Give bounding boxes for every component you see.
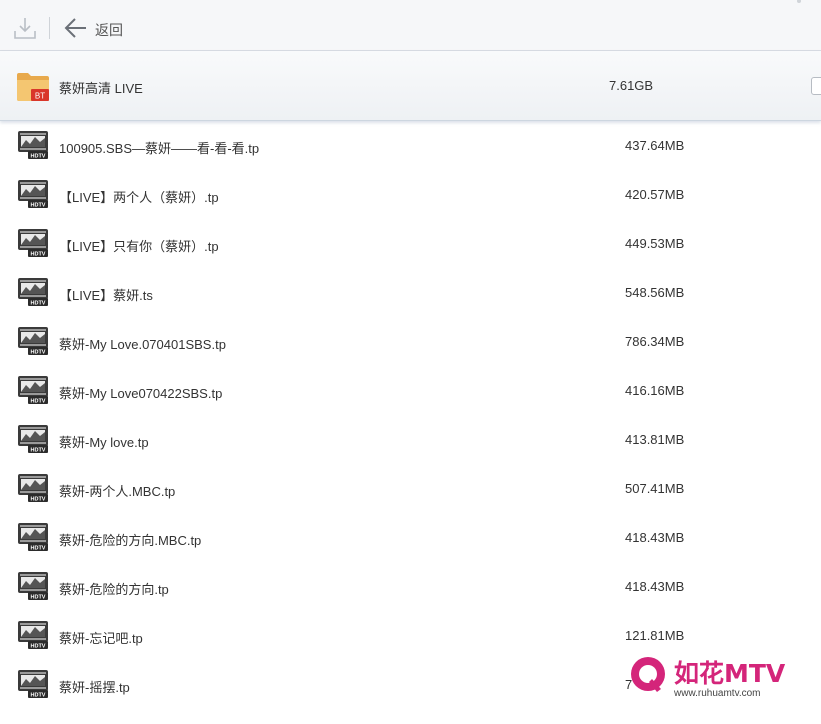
file-name: 蔡妍-My love.tp	[59, 435, 149, 450]
file-name: 蔡妍-忘记吧.tp	[59, 631, 143, 646]
hdtv-label: HDTV	[31, 349, 46, 355]
file-size: 418.43MB	[625, 579, 685, 594]
hdtv-video-icon: HDTV	[18, 572, 48, 600]
hdtv-video-icon: HDTV	[18, 278, 48, 306]
hdtv-label: HDTV	[31, 447, 46, 453]
file-row[interactable]: HDTV 蔡妍-危险的方向.tp 418.43MB	[0, 562, 821, 611]
hdtv-label: HDTV	[31, 545, 46, 551]
hdtv-label: HDTV	[31, 202, 46, 208]
download-icon[interactable]	[12, 15, 38, 41]
folder-size: 7.61GB	[609, 78, 654, 93]
folder-name: 蔡妍高清 LIVE	[59, 81, 143, 96]
window-corner-decoration	[797, 0, 801, 3]
file-size: 449.53MB	[625, 236, 685, 251]
file-name: 蔡妍-My Love.070401SBS.tp	[59, 337, 226, 352]
bt-badge-label: BT	[35, 92, 45, 101]
parent-folder-row[interactable]: BT 蔡妍高清 LIVE 7.61GB	[0, 51, 821, 121]
file-size: 786.34MB	[625, 334, 685, 349]
file-row[interactable]: HDTV 【LIVE】只有你（蔡妍）.tp 449.53MB	[0, 219, 821, 268]
bt-folder-icon: BT	[17, 73, 49, 101]
file-name: 蔡妍-My Love070422SBS.tp	[59, 386, 223, 401]
back-arrow-icon[interactable]	[64, 17, 88, 39]
hdtv-label: HDTV	[31, 398, 46, 404]
hdtv-video-icon: HDTV	[18, 376, 48, 404]
file-name: 100905.SBS—蔡妍——看-看-看.tp	[59, 141, 260, 156]
hdtv-label: HDTV	[31, 496, 46, 502]
file-size: 507.41MB	[625, 481, 685, 496]
hdtv-label: HDTV	[31, 692, 46, 698]
folder-select-checkbox[interactable]	[811, 77, 821, 95]
watermark-brand: 如花MTV	[674, 659, 786, 688]
hdtv-video-icon: HDTV	[18, 523, 48, 551]
watermark-url: www.ruhuamtv.com	[673, 688, 761, 699]
hdtv-label: HDTV	[31, 300, 46, 306]
file-row[interactable]: HDTV 【LIVE】两个人（蔡妍）.tp 420.57MB	[0, 170, 821, 219]
file-size: 548.56MB	[625, 285, 685, 300]
file-size: 416.16MB	[625, 383, 685, 398]
hdtv-video-icon: HDTV	[18, 621, 48, 649]
file-size: 121.81MB	[625, 628, 685, 643]
file-size: 437.64MB	[625, 138, 685, 153]
hdtv-video-icon: HDTV	[18, 180, 48, 208]
file-size: 418.43MB	[625, 530, 685, 545]
toolbar: 返回	[0, 0, 821, 51]
file-name: 蔡妍-危险的方向.MBC.tp	[59, 533, 202, 548]
hdtv-label: HDTV	[31, 594, 46, 600]
file-name: 蔡妍-摇摆.tp	[59, 680, 130, 695]
file-name: 【LIVE】两个人（蔡妍）.tp	[59, 190, 219, 205]
file-row[interactable]: HDTV 蔡妍-两个人.MBC.tp 507.41MB	[0, 464, 821, 513]
file-size: 413.81MB	[625, 432, 685, 447]
file-row[interactable]: HDTV 蔡妍-忘记吧.tp 121.81MB	[0, 611, 821, 660]
hdtv-label: HDTV	[31, 153, 46, 159]
file-name: 蔡妍-两个人.MBC.tp	[59, 484, 176, 499]
file-size: 420.57MB	[625, 187, 685, 202]
file-row[interactable]: HDTV 蔡妍-My love.tp 413.81MB	[0, 415, 821, 464]
hdtv-video-icon: HDTV	[18, 229, 48, 257]
file-row[interactable]: HDTV 【LIVE】蔡妍.ts 548.56MB	[0, 268, 821, 317]
file-browser-window: 返回 BT 蔡妍高清 LIVE 7.61GB HDTV 100905.SBS—蔡妍…	[0, 0, 821, 724]
file-name: 蔡妍-危险的方向.tp	[59, 582, 169, 597]
file-row[interactable]: HDTV 蔡妍-My Love.070401SBS.tp 786.34MB	[0, 317, 821, 366]
hdtv-video-icon: HDTV	[18, 327, 48, 355]
hdtv-label: HDTV	[31, 643, 46, 649]
back-button[interactable]: 返回	[95, 20, 123, 40]
file-row[interactable]: HDTV 蔡妍-My Love070422SBS.tp 416.16MB	[0, 366, 821, 415]
file-name: 【LIVE】只有你（蔡妍）.tp	[59, 239, 219, 254]
file-list: HDTV 100905.SBS—蔡妍——看-看-看.tp 437.64MB HDTV 【…	[0, 121, 821, 709]
file-name: 【LIVE】蔡妍.ts	[59, 288, 153, 303]
toolbar-separator	[49, 17, 50, 39]
hdtv-video-icon: HDTV	[18, 670, 48, 698]
ruhuamtv-watermark: 如花MTV www.ruhuamtv.com	[631, 657, 786, 699]
hdtv-video-icon: HDTV	[18, 425, 48, 453]
hdtv-video-icon: HDTV	[18, 131, 48, 159]
file-row[interactable]: HDTV 蔡妍-危险的方向.MBC.tp 418.43MB	[0, 513, 821, 562]
file-row[interactable]: HDTV 100905.SBS—蔡妍——看-看-看.tp 437.64MB	[0, 121, 821, 170]
hdtv-video-icon: HDTV	[18, 474, 48, 502]
hdtv-label: HDTV	[31, 251, 46, 257]
